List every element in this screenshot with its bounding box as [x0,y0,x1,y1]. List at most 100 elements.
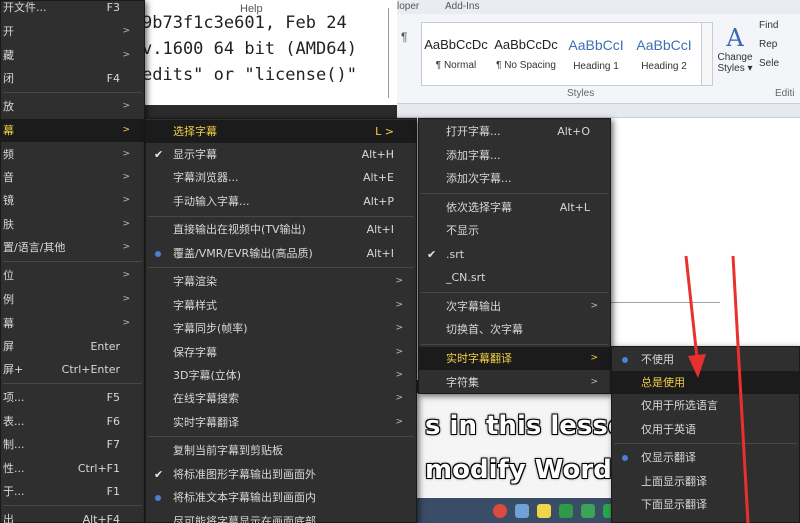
menu-main-item[interactable]: 性... Ctrl+F1 [1,457,144,480]
menu-separator [3,261,142,262]
menu-item-label: 置/语言/其他 [3,241,66,254]
menu-sub2-item[interactable]: 打开字幕... Alt+O [419,120,610,143]
menu-item-label: 字幕渲染 [173,275,217,288]
menu-main-item[interactable]: 放 > [1,95,144,118]
app-icon[interactable] [515,504,529,518]
menu-main-item[interactable]: 开文件... F3 [1,0,144,19]
menu-sub-item[interactable]: 3D字幕(立体) > [146,364,416,387]
app-icon[interactable] [559,504,573,518]
menu-item-shortcut: Alt+H [361,148,394,161]
menu-sub2-item[interactable]: 不显示 [419,219,610,242]
find-button[interactable]: Find [759,20,779,31]
menu-sub-item[interactable]: 字幕同步(帧率) > [146,317,416,340]
menu-item-label: 不使用 [641,353,674,366]
menu-main-item[interactable]: 置/语言/其他 > [1,236,144,259]
submenu-arrow-icon: > [122,318,130,328]
radio-dot-icon [622,357,628,363]
menu-sub-item[interactable]: 直接输出在视频中(TV输出) Alt+I [146,218,416,241]
chrome-icon[interactable] [493,504,507,518]
menu-sub-item[interactable]: ✔ 将标准图形字幕输出到画面外 [146,463,416,486]
style-heading-1[interactable]: AaBbCcI Heading 1 [562,23,630,85]
menu-sub-item[interactable]: 选择字幕 L > [146,120,416,143]
ribbon: ¶ AaBbCcDc ¶ Normal AaBbCcDc ¶ No Spacin… [397,14,800,104]
menu-main-item[interactable]: 幕 > [1,119,144,142]
menu-sub-item[interactable]: 手动输入字幕... Alt+P [146,190,416,213]
menu-sub-item[interactable]: 字幕渲染 > [146,270,416,293]
console-help-menu[interactable]: Help [240,0,263,22]
select-button[interactable]: Sele [759,58,779,69]
menu-sub3-item[interactable]: 下面显示翻译 [612,493,799,516]
menu-item-label: 藏 [3,49,14,62]
menu-sub3-item[interactable]: 总是使用 [612,371,799,394]
menu-sub-item[interactable]: 复制当前字幕到剪贴板 [146,439,416,462]
submenu-arrow-icon: > [122,125,130,135]
menu-main-item[interactable]: 镜 > [1,189,144,212]
menu-sub2-item[interactable]: ✔ .srt [419,243,610,266]
menu-main-item[interactable]: 出 Alt+F4 [1,508,144,523]
menu-main-item[interactable]: 项... F5 [1,386,144,409]
menu-item-label: 肤 [3,218,14,231]
menu-main-item[interactable]: 闭 F4 [1,67,144,90]
menu-sub3-item[interactable]: 仅用于英语 [612,418,799,441]
menu-sub2-item[interactable]: 字符集 > [419,371,610,394]
menu-sub2-item[interactable]: _CN.srt [419,266,610,289]
menu-sub2-item[interactable]: 添加字幕... [419,144,610,167]
style-no-spacing[interactable]: AaBbCcDc ¶ No Spacing [492,23,560,85]
style-normal[interactable]: AaBbCcDc ¶ Normal [422,23,490,85]
paragraph-mark-icon[interactable]: ¶ [401,30,407,44]
menu-sub-item[interactable]: 覆盖/VMR/EVR输出(高品质) Alt+I [146,242,416,265]
menu-sub2-item[interactable]: 次字幕输出 > [419,295,610,318]
menu-sub2-item[interactable]: 依次选择字幕 Alt+L [419,196,610,219]
menu-item-shortcut: Ctrl+F1 [77,462,120,475]
menu-sub-item[interactable]: 字幕样式 > [146,294,416,317]
menu-separator [3,505,142,506]
style-heading-2[interactable]: AaBbCcI Heading 2 [630,23,698,85]
style-name: ¶ Normal [435,60,477,71]
menu-sub-item[interactable]: 在线字幕搜索 > [146,387,416,410]
menu-sub2-item[interactable]: 切换首、次字幕 [419,318,610,341]
console-scrollbar[interactable] [388,8,394,98]
tab-developer[interactable]: loper [397,1,419,12]
menu-main-item[interactable]: 幕 > [1,312,144,335]
menu-sub-item[interactable]: 字幕浏览器... Alt+E [146,166,416,189]
menu-item-label: 仅显示翻译 [641,451,696,464]
menu-sub-item[interactable]: ✔ 显示字幕 Alt+H [146,143,416,166]
app-icon[interactable] [581,504,595,518]
styles-gallery-scroll[interactable] [701,22,713,86]
menu-main-item[interactable]: 制... F7 [1,433,144,456]
menu-main-item[interactable]: 于... F1 [1,480,144,503]
replace-button[interactable]: Rep [759,39,779,50]
menu-sub2-item[interactable]: 添加次字幕... [419,167,610,190]
menu-main-item[interactable]: 藏 > [1,44,144,67]
menu-main-item[interactable]: 位 > [1,264,144,287]
menu-item-shortcut: Alt+P [363,195,394,208]
change-styles-button[interactable]: A Change Styles ▾ [715,24,755,74]
menu-sub3-item[interactable]: 不使用 [612,348,799,371]
menu-item-label: 字符集 [446,376,479,389]
menu-item-label: 总是使用 [641,376,685,389]
menu-sub3-item[interactable]: 上面显示翻译 [612,470,799,493]
menu-item-label: 例 [3,293,14,306]
menu-item-label: 项... [3,391,25,404]
tab-add-ins[interactable]: Add-Ins [445,1,479,12]
menu-sub-item[interactable]: 保存字幕 > [146,341,416,364]
submenu-arrow-icon: > [590,377,598,387]
menu-main-item[interactable]: 例 > [1,288,144,311]
menu-sub3-item[interactable]: 仅显示翻译 [612,446,799,469]
menu-main-item[interactable]: 频 > [1,143,144,166]
menu-item-label: 覆盖/VMR/EVR输出(高品质) [173,247,313,260]
submenu-arrow-icon: > [122,195,130,205]
menu-sub-item[interactable]: 尽可能将字幕显示在画面底部 [146,510,416,523]
menu-item-label: 屏 [3,340,14,353]
menu-main-item[interactable]: 屏 Enter [1,335,144,358]
menu-sub-item[interactable]: 实时字幕翻译 > [146,411,416,434]
menu-main-item[interactable]: 开 > [1,20,144,43]
menu-sub3-item[interactable]: 仅用于所选语言 [612,394,799,417]
menu-sub-item[interactable]: 将标准文本字幕输出到画面内 [146,486,416,509]
menu-main-item[interactable]: 肤 > [1,213,144,236]
notes-icon[interactable] [537,504,551,518]
menu-main-item[interactable]: 屏+ Ctrl+Enter [1,358,144,381]
menu-sub2-item[interactable]: 实时字幕翻译 > [419,347,610,370]
menu-main-item[interactable]: 表... F6 [1,410,144,433]
menu-main-item[interactable]: 音 > [1,166,144,189]
